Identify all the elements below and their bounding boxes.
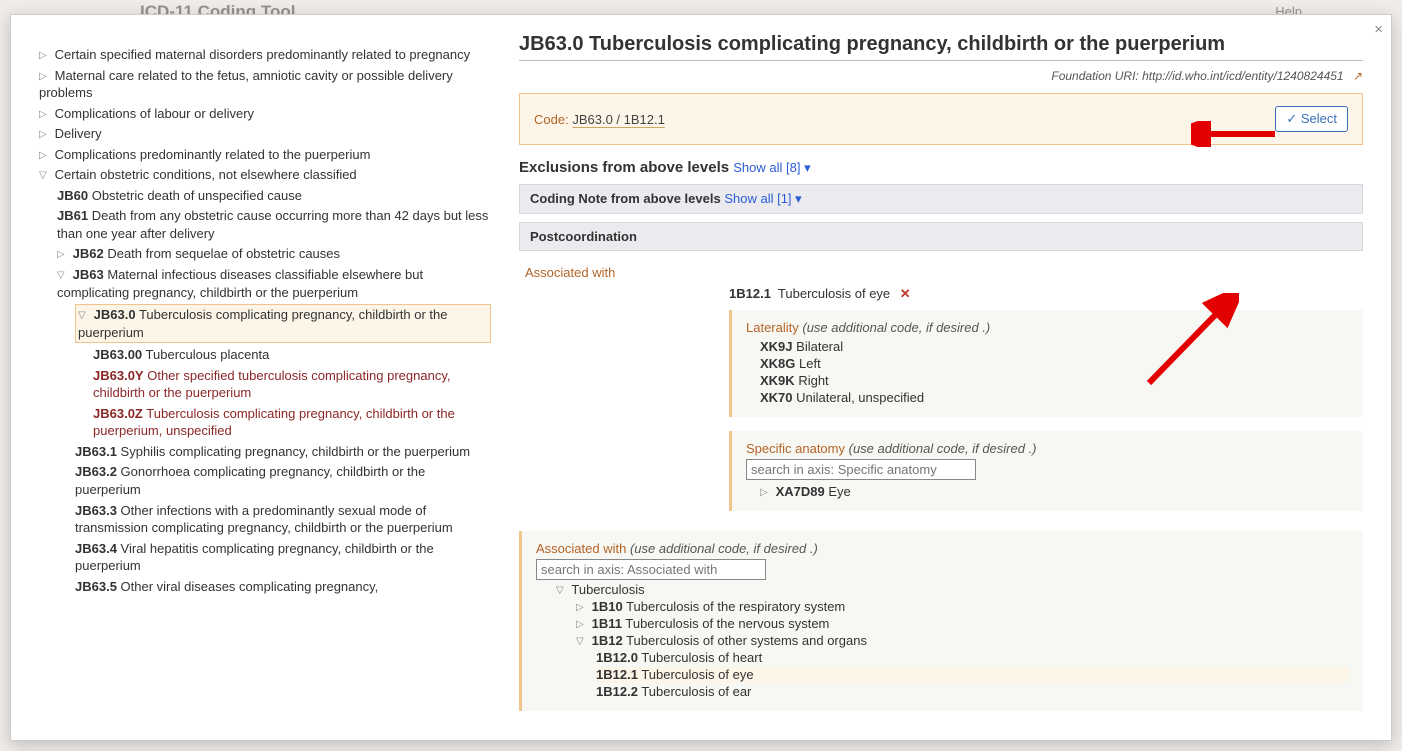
collapse-icon[interactable]: ▽	[576, 636, 588, 647]
exclusions-heading: Exclusions from above levels Show all [8…	[519, 159, 1363, 176]
axis-tree-item[interactable]: 1B12.1 Tuberculosis of eye	[596, 667, 1349, 682]
tree-item[interactable]: JB61 Death from any obstetric cause occu…	[57, 207, 491, 242]
select-button[interactable]: ✓ Select	[1275, 106, 1348, 132]
code-value: JB63.0 / 1B12.1	[572, 112, 665, 127]
axis-option[interactable]: ▷ XA7D89 Eye	[760, 484, 1349, 499]
axis-tree-item[interactable]: ▽ Tuberculosis ▷ 1B10 Tuberculosis of th…	[556, 582, 1349, 699]
entity-title: JB63.0 Tuberculosis complicating pregnan…	[519, 33, 1363, 61]
tree-item[interactable]: JB63.4 Viral hepatitis complicating preg…	[75, 540, 491, 575]
axis-option[interactable]: XK9K Right	[760, 373, 1349, 388]
tree-item[interactable]: ▷ JB62 Death from sequelae of obstetric …	[57, 245, 491, 263]
collapse-icon[interactable]: ▽	[78, 309, 90, 323]
tree-item[interactable]: ▷ Maternal care related to the fetus, am…	[39, 67, 491, 102]
code-label: Code:	[534, 112, 569, 127]
selected-code: 1B12.1	[729, 286, 771, 301]
expand-icon[interactable]: ▷	[39, 49, 51, 63]
axis-option[interactable]: XK9J Bilateral	[760, 339, 1349, 354]
chevron-down-icon: ▾	[795, 191, 802, 206]
anatomy-search-input[interactable]	[746, 459, 976, 480]
selected-label: Tuberculosis of eye	[778, 286, 890, 301]
tree-item[interactable]: ▽ JB63 Maternal infectious diseases clas…	[57, 266, 491, 595]
axis-option[interactable]: XK8G Left	[760, 356, 1349, 371]
axis-tree-item[interactable]: ▷ 1B10 Tuberculosis of the respiratory s…	[576, 599, 1349, 614]
tree-item[interactable]: JB63.00 Tuberculous placenta	[93, 346, 491, 364]
anatomy-axis: Specific anatomy (use additional code, i…	[729, 431, 1363, 511]
expand-icon[interactable]: ▷	[57, 248, 69, 262]
axis-tree-item[interactable]: 1B12.0 Tuberculosis of heart	[596, 650, 1349, 665]
tree-item[interactable]: ▷ Certain specified maternal disorders p…	[39, 46, 491, 64]
tree-item[interactable]: JB60 Obstetric death of unspecified caus…	[57, 187, 491, 205]
hierarchy-tree: ▷ Certain specified maternal disorders p…	[11, 15, 501, 740]
collapse-icon[interactable]: ▽	[556, 585, 568, 596]
show-all-notes[interactable]: Show all [1] ▾	[724, 191, 801, 206]
axis-tree-item[interactable]: ▷ 1B11 Tuberculosis of the nervous syste…	[576, 616, 1349, 631]
tree-item[interactable]: JB63.0Z Tuberculosis complicating pregna…	[93, 405, 491, 440]
tree-item[interactable]: JB63.1 Syphilis complicating pregnancy, …	[75, 443, 491, 461]
axis-tree-item[interactable]: ▽ 1B12 Tuberculosis of other systems and…	[576, 633, 1349, 699]
laterality-axis: Laterality (use additional code, if desi…	[729, 310, 1363, 417]
associated-search-input[interactable]	[536, 559, 766, 580]
axis-tree-item[interactable]: 1B12.2 Tuberculosis of ear	[596, 684, 1349, 699]
tree-item[interactable]: JB63.5 Other viral diseases complicating…	[75, 578, 491, 596]
tree-item[interactable]: ▷ Complications of labour or delivery	[39, 105, 491, 123]
uri-link[interactable]: http://id.who.int/icd/entity/1240824451	[1142, 69, 1343, 83]
tree-item[interactable]: JB63.3 Other infections with a predomina…	[75, 502, 491, 537]
expand-icon[interactable]: ▷	[39, 108, 51, 122]
code-box: Code: JB63.0 / 1B12.1 ✓ Select	[519, 93, 1363, 145]
coding-note-bar: Coding Note from above levels Show all […	[519, 184, 1363, 214]
associated-with-axis: Associated with (use additional code, if…	[519, 531, 1363, 711]
expand-icon[interactable]: ▷	[39, 149, 51, 163]
chevron-down-icon: ▾	[804, 160, 811, 175]
postcoord-bar: Postcoordination	[519, 222, 1363, 251]
external-link-icon[interactable]: ↗	[1353, 69, 1363, 83]
tree-item-selected[interactable]: ▽ JB63.0 Tuberculosis complicating pregn…	[75, 304, 491, 343]
show-all-exclusions[interactable]: Show all [8] ▾	[733, 160, 810, 175]
collapse-icon[interactable]: ▽	[39, 169, 51, 183]
expand-icon[interactable]: ▷	[576, 602, 588, 613]
tree-item[interactable]: ▷ Complications predominantly related to…	[39, 146, 491, 164]
tree-item[interactable]: JB63.0Y Other specified tuberculosis com…	[93, 367, 491, 402]
detail-panel: JB63.0 Tuberculosis complicating pregnan…	[501, 15, 1391, 740]
collapse-icon[interactable]: ▽	[57, 269, 69, 283]
expand-icon[interactable]: ▷	[760, 487, 772, 498]
tree-item[interactable]: ▽ Certain obstetric conditions, not else…	[39, 166, 491, 595]
expand-icon[interactable]: ▷	[576, 619, 588, 630]
selected-postcoord: 1B12.1 Tuberculosis of eye ✕	[729, 286, 1363, 302]
tree-item[interactable]: ▷ Delivery	[39, 125, 491, 143]
expand-icon[interactable]: ▷	[39, 70, 51, 84]
associated-with-label: Associated with	[525, 265, 615, 280]
axis-option[interactable]: XK70 Unilateral, unspecified	[760, 390, 1349, 405]
remove-icon[interactable]: ✕	[900, 286, 911, 301]
foundation-uri: Foundation URI: http://id.who.int/icd/en…	[519, 69, 1363, 83]
entity-modal: × ▷ Certain specified maternal disorders…	[10, 14, 1392, 741]
tree-item[interactable]: JB63.2 Gonorrhoea complicating pregnancy…	[75, 463, 491, 498]
expand-icon[interactable]: ▷	[39, 128, 51, 142]
